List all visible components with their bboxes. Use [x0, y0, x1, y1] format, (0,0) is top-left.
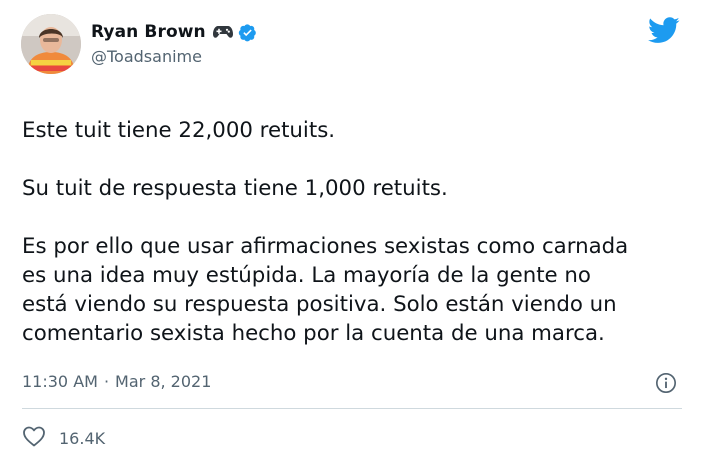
like-count[interactable]: 16.4K: [59, 429, 105, 448]
author-display-name[interactable]: Ryan Brown: [91, 22, 206, 42]
profile-photo: [21, 14, 81, 74]
verified-badge-icon: [238, 23, 257, 42]
tweet-line: Su tuit de respuesta tiene 1,000 retuits…: [22, 176, 448, 201]
author-name-row[interactable]: Ryan Brown: [91, 20, 257, 44]
divider: [22, 408, 682, 409]
tweet-line: Este tuit tiene 22,000 retuits.: [22, 118, 336, 143]
info-icon[interactable]: [655, 372, 677, 398]
tweet-text: Este tuit tiene 22,000 retuits. Su tuit …: [22, 116, 682, 348]
like-button[interactable]: 16.4K: [22, 425, 105, 451]
tweet-line: Es por ello que usar afirmaciones sexist…: [22, 234, 629, 259]
tweet-line: es una idea muy estúpida. La mayoría de …: [22, 263, 591, 288]
gamepad-icon: [212, 24, 233, 40]
tweet-date[interactable]: Mar 8, 2021: [115, 372, 211, 391]
tweet-card: Ryan Brown @Toadsanime Este tuit tiene 2…: [0, 0, 701, 463]
tweet-line: está viendo su respuesta positiva. Solo …: [22, 292, 617, 317]
heart-icon[interactable]: [22, 425, 46, 451]
twitter-bird-icon[interactable]: [648, 17, 680, 48]
tweet-timestamp[interactable]: 11:30 AM · Mar 8, 2021: [22, 372, 211, 391]
meta-separator: ·: [103, 372, 110, 391]
tweet-time[interactable]: 11:30 AM: [22, 372, 98, 391]
avatar[interactable]: [21, 14, 81, 74]
author-handle[interactable]: @Toadsanime: [91, 47, 202, 66]
tweet-line: comentario sexista hecho por la cuenta d…: [22, 321, 605, 346]
